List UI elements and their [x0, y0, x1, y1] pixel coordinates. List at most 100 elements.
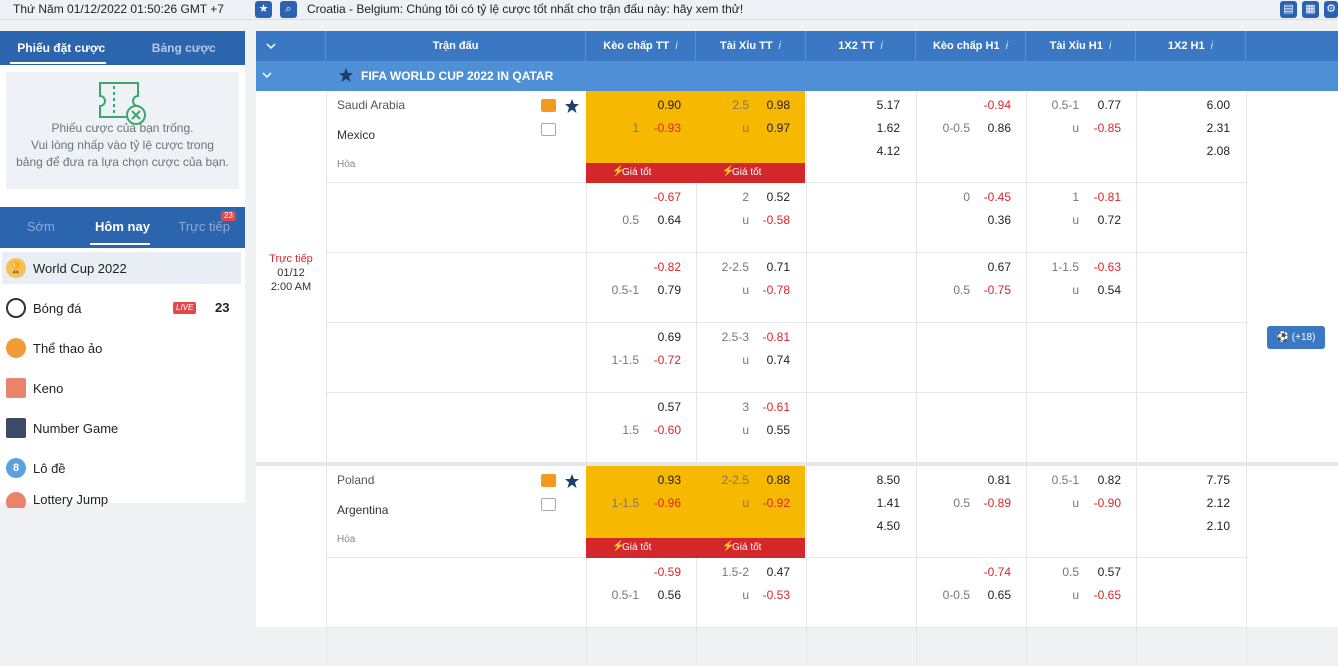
odds-handicap-away[interactable]: 0.56: [641, 588, 681, 602]
info-icon[interactable]: i: [1006, 40, 1008, 52]
info-icon[interactable]: i: [1109, 40, 1111, 52]
live-tv-icon[interactable]: [541, 123, 556, 136]
odds-under[interactable]: -0.92: [750, 496, 790, 510]
tab-early[interactable]: Sớm: [0, 207, 82, 248]
odds-h1-handicap-home[interactable]: 0.67: [971, 260, 1011, 274]
odds-h1-handicap-home[interactable]: -0.45: [971, 190, 1011, 204]
odds-h1-1x2-draw[interactable]: 2.10: [1190, 519, 1230, 533]
away-team[interactable]: Argentina: [337, 503, 388, 517]
odds-h1-1x2-home[interactable]: 6.00: [1190, 98, 1230, 112]
odds-over[interactable]: 0.98: [750, 98, 790, 112]
live-stats-icon[interactable]: [541, 99, 556, 112]
odds-h1-over[interactable]: 0.82: [1081, 473, 1121, 487]
sidebar-item-keno[interactable]: Keno: [0, 368, 245, 408]
odds-handicap-home[interactable]: -0.82: [641, 260, 681, 274]
message-icon[interactable]: ▤: [1280, 1, 1297, 18]
odds-handicap-home[interactable]: 0.90: [641, 98, 681, 112]
header-label: Tài Xỉu TT: [719, 40, 773, 52]
odds-h1-handicap-away[interactable]: -0.89: [971, 496, 1011, 510]
home-team[interactable]: Poland: [337, 473, 374, 487]
favorite-star-icon[interactable]: [564, 473, 580, 489]
odds-h1-under[interactable]: -0.85: [1081, 121, 1121, 135]
odds-h1-over[interactable]: 0.77: [1081, 98, 1121, 112]
odds-h1-1x2-home[interactable]: 7.75: [1190, 473, 1230, 487]
odds-handicap-home[interactable]: -0.67: [641, 190, 681, 204]
info-icon[interactable]: i: [1211, 40, 1213, 52]
info-icon[interactable]: i: [675, 40, 677, 52]
odds-handicap-home[interactable]: 0.69: [641, 330, 681, 344]
odds-handicap-away[interactable]: -0.96: [641, 496, 681, 510]
odds-h1-under[interactable]: 0.72: [1081, 213, 1121, 227]
odds-handicap-away[interactable]: -0.93: [641, 121, 681, 135]
odds-over[interactable]: -0.61: [750, 400, 790, 414]
odds-h1-over[interactable]: 0.57: [1081, 565, 1121, 579]
announcement-marquee[interactable]: Croatia - Belgium: Chúng tôi có tỷ lệ cư…: [307, 2, 743, 16]
odds-under[interactable]: 0.55: [750, 423, 790, 437]
chevron-down-icon[interactable]: [261, 69, 273, 81]
odds-under[interactable]: 0.74: [750, 353, 790, 367]
odds-h1-handicap-home[interactable]: 0.81: [971, 473, 1011, 487]
tab-betslip[interactable]: Phiếu đặt cược: [0, 31, 123, 65]
info-icon[interactable]: i: [880, 40, 882, 52]
odds-1x2-home[interactable]: 5.17: [860, 98, 900, 112]
odds-h1-over[interactable]: -0.63: [1081, 260, 1121, 274]
live-stats-icon[interactable]: [541, 474, 556, 487]
odds-h1-over[interactable]: -0.81: [1081, 190, 1121, 204]
odds-handicap-home[interactable]: -0.59: [641, 565, 681, 579]
favorite-star-icon[interactable]: [564, 98, 580, 114]
sidebar-item-world-cup[interactable]: 🏆 World Cup 2022: [2, 252, 241, 284]
odds-handicap-away[interactable]: 0.64: [641, 213, 681, 227]
odds-handicap-away[interactable]: -0.60: [641, 423, 681, 437]
odds-1x2-away[interactable]: 1.62: [860, 121, 900, 135]
odds-over[interactable]: -0.81: [750, 330, 790, 344]
league-header[interactable]: FIFA WORLD CUP 2022 IN QATAR: [256, 61, 1338, 91]
favorites-star-icon[interactable]: ★: [255, 1, 272, 18]
odds-under[interactable]: -0.78: [750, 283, 790, 297]
odds-1x2-draw[interactable]: 4.50: [860, 519, 900, 533]
home-team[interactable]: Saudi Arabia: [337, 98, 405, 112]
odds-over[interactable]: 0.71: [750, 260, 790, 274]
settings-gear-icon[interactable]: ⚙: [1324, 1, 1338, 18]
odds-h1-1x2-away[interactable]: 2.12: [1190, 496, 1230, 510]
info-icon[interactable]: i: [779, 40, 781, 52]
sidebar-item-football[interactable]: Bóng đá LIVE 23: [0, 288, 245, 328]
odds-h1-1x2-draw[interactable]: 2.08: [1190, 144, 1230, 158]
odds-h1-handicap-away[interactable]: 0.36: [971, 213, 1011, 227]
odds-under[interactable]: -0.58: [750, 213, 790, 227]
odds-handicap-home[interactable]: 0.93: [641, 473, 681, 487]
odds-over[interactable]: 0.88: [750, 473, 790, 487]
odds-1x2-draw[interactable]: 4.12: [860, 144, 900, 158]
odds-h1-1x2-away[interactable]: 2.31: [1190, 121, 1230, 135]
odds-h1-handicap-away[interactable]: 0.86: [971, 121, 1011, 135]
odds-1x2-home[interactable]: 8.50: [860, 473, 900, 487]
odds-1x2-away[interactable]: 1.41: [860, 496, 900, 510]
odds-h1-under[interactable]: -0.90: [1081, 496, 1121, 510]
odds-over[interactable]: 0.47: [750, 565, 790, 579]
odds-h1-under[interactable]: -0.65: [1081, 588, 1121, 602]
away-team[interactable]: Mexico: [337, 128, 375, 142]
odds-h1-handicap-home[interactable]: -0.74: [971, 565, 1011, 579]
odds-h1-handicap-away[interactable]: 0.65: [971, 588, 1011, 602]
odds-h1-handicap-home[interactable]: -0.94: [971, 98, 1011, 112]
odds-handicap-away[interactable]: 0.79: [641, 283, 681, 297]
search-icon[interactable]: ⌕: [280, 1, 297, 18]
favorite-star-icon[interactable]: [338, 67, 354, 83]
sidebar-item-lo-de[interactable]: 8 Lô đề: [0, 448, 245, 488]
document-icon[interactable]: ▦: [1302, 1, 1319, 18]
odds-over[interactable]: 0.52: [750, 190, 790, 204]
soccer-ball-icon: [6, 298, 26, 318]
odds-h1-handicap-away[interactable]: -0.75: [971, 283, 1011, 297]
odds-under[interactable]: -0.53: [750, 588, 790, 602]
odds-h1-under[interactable]: 0.54: [1081, 283, 1121, 297]
odds-handicap-home[interactable]: 0.57: [641, 400, 681, 414]
tab-bet-board[interactable]: Bảng cược: [123, 31, 246, 65]
sidebar-item-number-game[interactable]: Number Game: [0, 408, 245, 448]
odds-handicap-away[interactable]: -0.72: [641, 353, 681, 367]
tab-today[interactable]: Hôm nay: [82, 207, 164, 248]
odds-under[interactable]: 0.97: [750, 121, 790, 135]
sidebar-item-lottery[interactable]: Lottery Jump: [0, 488, 245, 508]
collapse-all-toggle[interactable]: [256, 31, 326, 61]
sidebar-item-virtual-sports[interactable]: Thể thao ảo: [0, 328, 245, 368]
more-markets-button[interactable]: ⚽ (+18): [1267, 326, 1325, 349]
live-tv-icon[interactable]: [541, 498, 556, 511]
